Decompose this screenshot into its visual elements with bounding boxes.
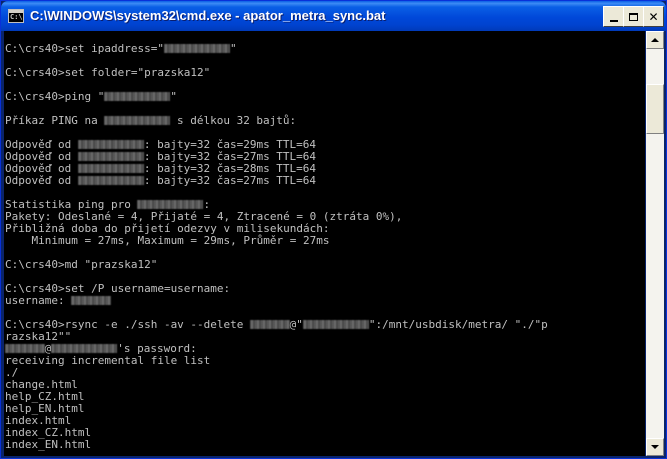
redacted-text (302, 320, 369, 329)
redacted-text (137, 200, 204, 209)
cmd-window: C:\ C:\WINDOWS\system32\cmd.exe - apator… (0, 0, 667, 459)
redacted-text (77, 140, 144, 149)
console-text-segment: C:\crs40>set folder="prazska12" (5, 66, 211, 79)
redacted-text (77, 176, 144, 185)
redacted-text (163, 44, 230, 53)
arrow-down-icon (651, 445, 659, 449)
redacted-text (104, 116, 171, 125)
close-icon: ✕ (648, 9, 659, 24)
console-text-segment: Příkaz PING na (5, 114, 105, 127)
console-output[interactable]: C:\crs40>set ipaddress=" " C:\crs40>set fo… (4, 31, 645, 456)
console-text-segment: s délkou 32 bajtů: (170, 114, 297, 127)
console-line: C:\crs40>ping " " (5, 91, 548, 103)
console-text-segment: razska12"" (5, 330, 72, 343)
vertical-scrollbar[interactable] (646, 31, 664, 456)
scroll-down-button[interactable] (646, 438, 664, 456)
console-line: index_EN.html (5, 439, 548, 451)
console-line: C:\crs40>set /P username=username: (5, 283, 548, 295)
console-text-segment: : bajty=32 čas=27ms TTL=64 (143, 174, 317, 187)
redacted-text (51, 344, 118, 353)
scroll-thumb[interactable] (646, 84, 664, 134)
console-line: help_EN.html (5, 403, 548, 415)
redacted-text (77, 164, 144, 173)
title-bar[interactable]: C:\ C:\WINDOWS\system32\cmd.exe - apator… (1, 1, 666, 31)
window-title: C:\WINDOWS\system32\cmd.exe - apator_met… (30, 8, 386, 23)
console-line: C:\crs40>set ipaddress=" " (5, 43, 548, 55)
console-text: C:\crs40>set ipaddress=" " C:\crs40>set fo… (5, 31, 548, 451)
console-line: ./ (5, 367, 548, 379)
console-text-segment: username: (5, 294, 72, 307)
redacted-text (5, 344, 45, 353)
console-line: change.html (5, 379, 548, 391)
console-line: Odpověď od : bajty=32 čas=27ms TTL=64 (5, 175, 548, 187)
console-text-segment: " (170, 90, 177, 103)
minimize-button[interactable] (603, 6, 624, 27)
console-text-segment: Minimum = 27ms, Maximum = 29ms, Průměr =… (5, 234, 330, 247)
console-text-segment: Odpověď od (5, 174, 78, 187)
maximize-button[interactable] (623, 6, 644, 27)
console-text-segment: C:\crs40>md "prazska12" (5, 258, 158, 271)
redacted-text (250, 320, 290, 329)
console-text-segment: C:\crs40>ping " (5, 90, 105, 103)
console-text-segment: C:\crs40>set ipaddress=" (5, 42, 164, 55)
cmd-console-icon[interactable]: C:\ (8, 9, 24, 23)
console-line: C:\crs40>rsync -e ./ssh -av --delete @" "… (5, 319, 548, 331)
console-line: receiving incremental file list (5, 355, 548, 367)
arrow-up-icon (651, 38, 659, 42)
console-text-segment: ":/mnt/usbdisk/metra/ "./"p (368, 318, 548, 331)
console-line: Příkaz PING na s délkou 32 bajtů: (5, 115, 548, 127)
console-text-segment: receiving incremental file list (5, 354, 211, 367)
console-line: username: (5, 295, 548, 307)
console-text-segment: " (229, 42, 237, 55)
redacted-text (104, 92, 171, 101)
console-line: razska12"" (5, 331, 548, 343)
scroll-up-button[interactable] (646, 31, 664, 49)
console-line: help_CZ.html (5, 391, 548, 403)
console-text-segment: index_EN.html (5, 438, 92, 451)
console-text-segment: @" (289, 318, 303, 331)
close-button[interactable]: ✕ (643, 6, 664, 27)
console-line: C:\crs40>md "prazska12" (5, 259, 548, 271)
redacted-text (71, 296, 111, 305)
console-line: Minimum = 27ms, Maximum = 29ms, Průměr =… (5, 235, 548, 247)
redacted-text (77, 152, 144, 161)
console-line: C:\crs40>set folder="prazska12" (5, 67, 548, 79)
minimize-icon (609, 19, 618, 22)
maximize-icon (629, 12, 638, 21)
